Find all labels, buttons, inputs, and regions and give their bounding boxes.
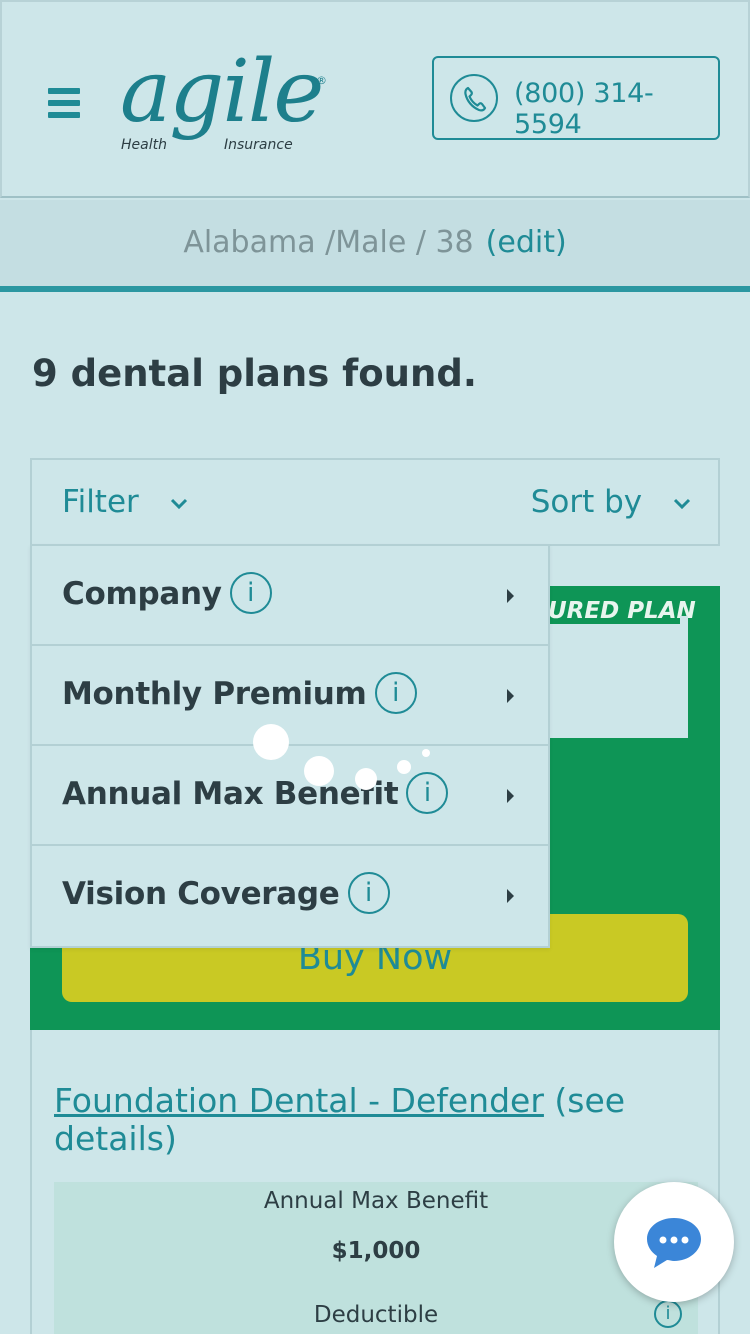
edit-profile-link[interactable]: (edit) [486,225,567,260]
filter-dropdown-button[interactable]: Filter [62,484,189,520]
chat-icon [647,1218,701,1268]
caret-right-icon [507,889,514,903]
logo-subtitle-insurance: Insurance [224,137,293,153]
annual-max-benefit-value: $1,000 [331,1238,421,1264]
filter-option-annual-max-benefit[interactable]: Annual Max Benefit i [32,746,548,846]
deductible-label: Deductible [313,1302,439,1328]
info-icon[interactable]: i [347,871,390,914]
spinner-dot [253,724,289,760]
filter-option-monthly-premium[interactable]: Monthly Premium i [32,646,548,746]
plan-name-link[interactable]: Foundation Dental - Defender [54,1081,544,1120]
profile-summary: Alabama /Male / 38 [183,225,474,260]
filter-option-label-wrap: Vision Coverage i [62,871,390,914]
spinner-dot [397,760,411,774]
spinner-dot [304,756,334,786]
annual-max-benefit-label: Annual Max Benefit [263,1188,489,1214]
filter-option-label: Vision Coverage [62,876,340,912]
info-icon[interactable]: i [406,771,449,814]
filter-option-label: Monthly Premium [62,676,367,712]
plan-details-panel: Annual Max Benefit $1,000 Deductible i [54,1182,698,1334]
info-icon[interactable]: i [654,1300,682,1328]
filter-option-label: Company [62,576,222,612]
hamburger-menu-icon[interactable] [48,88,80,122]
logo-wordmark: agile [120,42,324,142]
divider-line [0,286,750,292]
site-header: agile ® Health Insurance (800) 314-5594 [0,0,750,198]
filter-label: Filter [62,484,139,520]
chat-button[interactable] [614,1182,734,1302]
profile-summary-bar: Alabama /Male / 38 (edit) [0,200,750,286]
phone-icon [450,74,498,122]
spinner-dot [355,768,377,790]
filter-option-company[interactable]: Company i [32,546,548,646]
phone-number: (800) 314-5594 [514,78,654,140]
caret-right-icon [507,589,514,603]
filter-option-label: Annual Max Benefit [62,776,399,812]
filter-option-label-wrap: Monthly Premium i [62,671,417,714]
filter-option-label-wrap: Annual Max Benefit i [62,771,449,814]
info-icon[interactable]: i [374,671,417,714]
featured-plan-label: URED PLAN [548,598,696,624]
filter-sort-toolbar: Filter Sort by [30,458,720,546]
spinner-dot [422,749,430,757]
agile-health-insurance-logo[interactable]: agile ® Health Insurance [120,46,330,156]
filter-option-vision-coverage[interactable]: Vision Coverage i [32,846,548,946]
caret-right-icon [507,689,514,703]
logo-subtitle-health: Health [121,137,167,153]
sort-dropdown-button[interactable]: Sort by [531,484,692,520]
results-count-heading: 9 dental plans found. [32,352,477,395]
registered-mark: ® [316,74,327,87]
info-icon[interactable]: i [229,571,272,614]
plan-card: Foundation Dental - Defender (see detail… [30,1030,720,1334]
chevron-down-icon [170,498,187,509]
sort-label: Sort by [530,484,643,520]
call-phone-button[interactable]: (800) 314-5594 [432,56,720,140]
plan-title: Foundation Dental - Defender (see detail… [54,1082,674,1158]
filter-option-label-wrap: Company i [62,571,272,614]
filter-menu: Company i Monthly Premium i Annual Max Ben… [30,544,550,948]
chevron-down-icon [673,498,691,509]
caret-right-icon [507,789,514,803]
